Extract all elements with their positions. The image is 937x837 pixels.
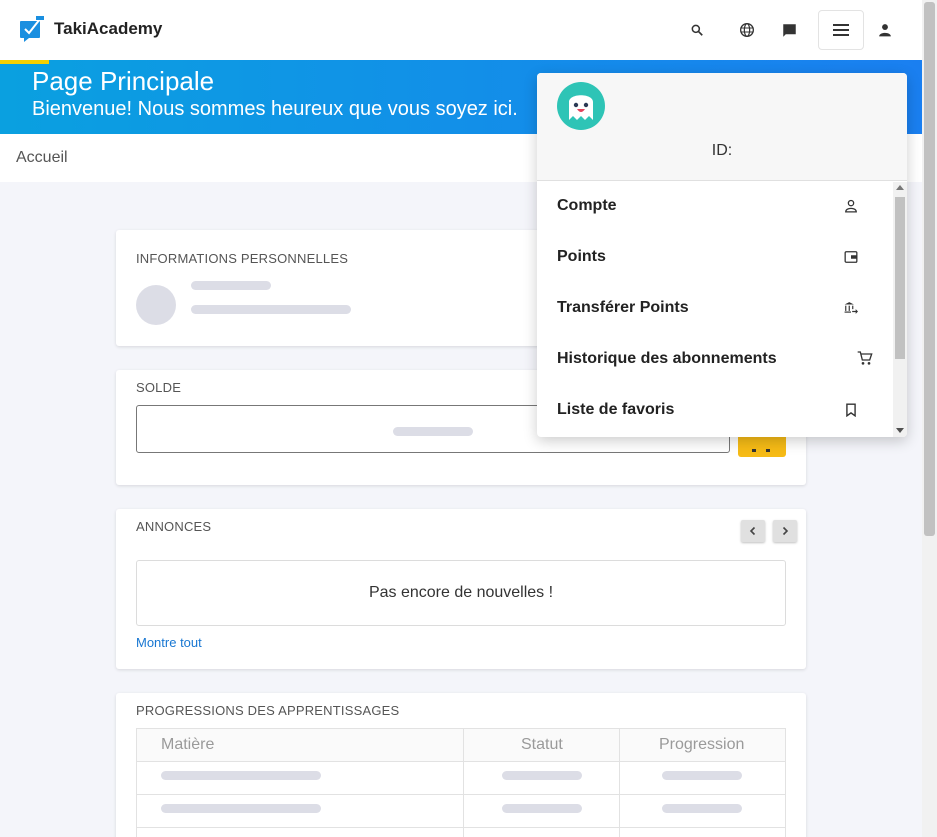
progress-skeleton: [662, 804, 742, 813]
announcements-card: ANNONCES Pas encore de nouvelles ! Montr…: [116, 509, 806, 669]
table-row: [137, 795, 785, 828]
column-header-status[interactable]: Statut: [521, 736, 563, 754]
cart-icon: [857, 351, 873, 365]
column-header-subject[interactable]: Matière: [161, 736, 214, 754]
table-header-row: Matière Statut Progression: [137, 729, 785, 762]
menu-item-subscription-history[interactable]: Historique des abonnements: [537, 334, 893, 385]
show-all-link[interactable]: Montre tout: [136, 635, 202, 650]
menu-item-label: Compte: [557, 197, 617, 214]
bank-transfer-icon: [844, 302, 858, 314]
subject-skeleton: [161, 804, 321, 813]
chat-icon: [782, 23, 796, 37]
globe-icon: [740, 23, 754, 37]
balance-skeleton: [393, 427, 473, 436]
language-button[interactable]: [727, 10, 767, 50]
page-scrollbar[interactable]: [922, 0, 937, 837]
chevron-left-icon: [749, 526, 756, 536]
menu-item-points[interactable]: Points: [537, 232, 893, 283]
welcome-message: Bienvenue! Nous sommes heureux que vous …: [32, 98, 518, 120]
wallet-icon: [844, 251, 858, 263]
page-title: Page Principale: [32, 66, 215, 96]
personal-info-heading: INFORMATIONS PERSONNELLES: [136, 251, 349, 266]
chevron-right-icon: [782, 526, 789, 536]
progress-table: Matière Statut Progression: [136, 728, 786, 837]
details-skeleton: [191, 305, 351, 314]
page-scrollbar-thumb[interactable]: [924, 2, 935, 536]
progress-skeleton: [662, 771, 742, 780]
top-bar: TakiAcademy: [0, 0, 922, 60]
announcements-heading: ANNONCES: [136, 519, 212, 534]
menu-item-label: Points: [557, 248, 606, 265]
scroll-down-arrow-icon[interactable]: [896, 428, 904, 433]
previous-button[interactable]: [741, 520, 765, 542]
menu-item-label: Transférer Points: [557, 299, 689, 316]
menu-scrollbar[interactable]: [893, 182, 907, 437]
menu-item-label: Liste de favoris: [557, 401, 675, 418]
takiacademy-logo-icon[interactable]: [20, 16, 44, 42]
announcements-empty-box: Pas encore de nouvelles !: [136, 560, 786, 626]
bookmark-icon: [846, 403, 856, 417]
menu-item-favorites[interactable]: Liste de favoris: [537, 385, 893, 436]
table-row: [137, 762, 785, 795]
progress-heading: PROGRESSIONS DES APPRENTISSAGES: [136, 703, 400, 718]
brand-name[interactable]: TakiAcademy: [54, 19, 162, 39]
menu-item-label: Historique des abonnements: [557, 350, 777, 367]
banner-accent: [0, 60, 49, 64]
menu-profile-header: ID:: [537, 73, 907, 181]
menu-icon: [833, 24, 849, 36]
status-skeleton: [502, 804, 582, 813]
next-button[interactable]: [773, 520, 797, 542]
user-dropdown-menu: ID: Compte Points Transférer Points Hist…: [537, 73, 907, 437]
status-skeleton: [502, 771, 582, 780]
user-id-label: ID:: [711, 142, 733, 159]
avatar-placeholder: [136, 285, 176, 325]
subject-skeleton: [161, 771, 321, 780]
search-icon: [691, 24, 703, 36]
messages-button[interactable]: [769, 10, 809, 50]
menu-item-transfer-points[interactable]: Transférer Points: [537, 283, 893, 334]
account-icon: [879, 24, 891, 37]
scroll-up-arrow-icon[interactable]: [896, 185, 904, 190]
table-row: [137, 828, 785, 837]
mascot-avatar-icon[interactable]: [557, 82, 605, 130]
search-button[interactable]: [677, 10, 717, 50]
breadcrumb-home[interactable]: Accueil: [16, 149, 68, 167]
empty-message: Pas encore de nouvelles !: [368, 584, 554, 601]
name-skeleton: [191, 281, 271, 290]
menu-scrollbar-thumb[interactable]: [895, 197, 905, 359]
column-header-progress[interactable]: Progression: [659, 736, 744, 754]
account-button[interactable]: [865, 10, 905, 50]
menu-toggle-button[interactable]: [818, 10, 864, 50]
menu-item-account[interactable]: Compte: [537, 181, 893, 232]
balance-heading: SOLDE: [136, 380, 182, 395]
learning-progress-card: PROGRESSIONS DES APPRENTISSAGES Matière …: [116, 693, 806, 837]
account-outline-icon: [845, 199, 857, 213]
